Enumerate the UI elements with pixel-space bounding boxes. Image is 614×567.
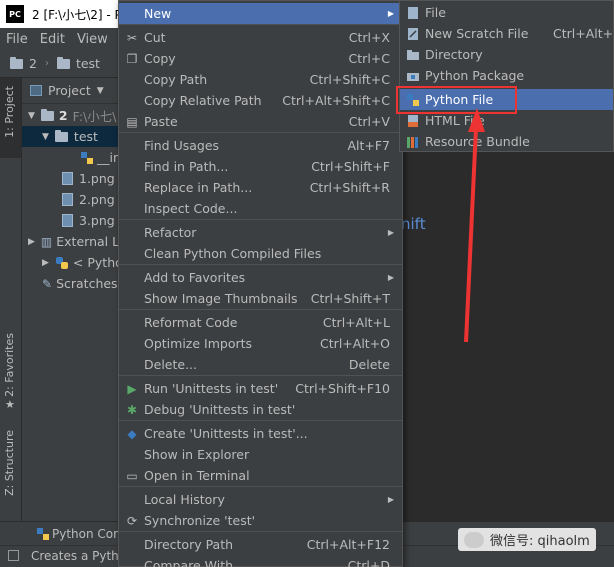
annotation-arrow-icon <box>464 108 485 343</box>
watermark: 微信号: qihaolm <box>458 528 596 551</box>
watermark-text: 微信号: qihaolm <box>490 534 590 549</box>
wechat-icon <box>464 531 484 548</box>
